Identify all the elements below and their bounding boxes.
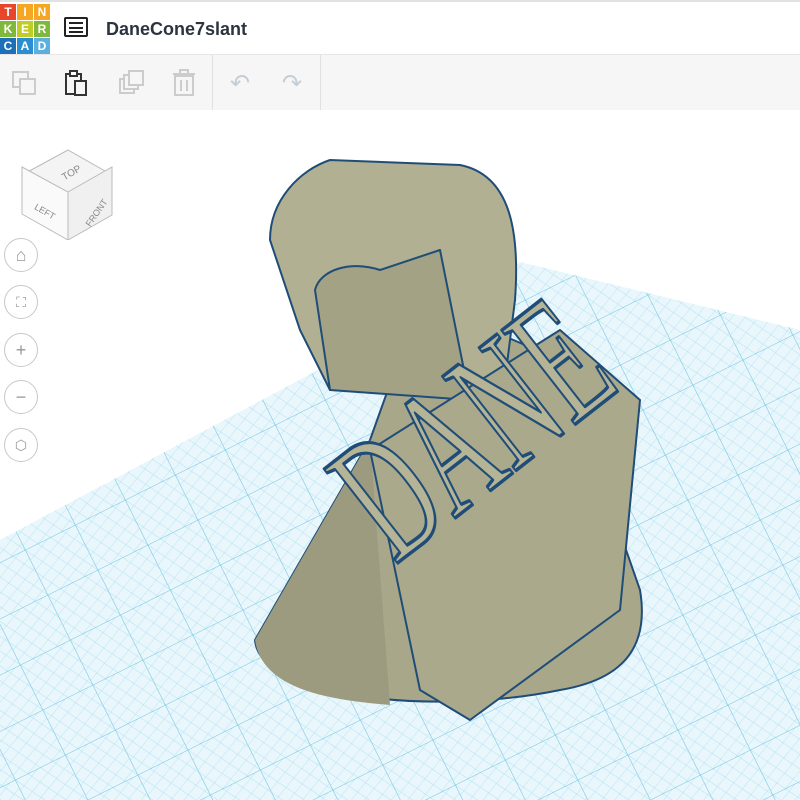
duplicate-icon [119,70,144,94]
copy-icon [12,71,36,95]
fit-view-button[interactable]: ⛶ [4,285,38,319]
tinkercad-logo[interactable]: TIN KER CAD [0,4,50,54]
logo-letter: C [0,38,16,54]
paste-icon [65,70,87,96]
perspective-icon: ⬡ [14,436,28,453]
logo-letter: T [0,4,16,20]
3d-viewport[interactable]: DANE TOP LEFT FRONT ⌂ ⛶ + − ⬡ [0,110,800,800]
logo-letter: E [17,21,33,37]
view-cube[interactable]: TOP LEFT FRONT [20,130,120,241]
delete-button[interactable] [168,67,200,99]
undo-icon: ↶ [229,69,251,97]
model[interactable]: DANE [254,159,649,721]
top-bar: TIN KER CAD DaneCone7slant [0,0,800,55]
logo-letter: R [34,21,50,37]
design-title[interactable]: DaneCone7slant [106,19,247,40]
paste-button[interactable] [60,67,92,99]
copy-button[interactable] [8,67,40,99]
toolbar-divider [212,55,213,110]
zoom-in-button[interactable]: + [4,333,38,367]
perspective-button[interactable]: ⬡ [4,428,38,462]
zoom-in-icon: + [15,339,27,360]
toolbar-divider [320,55,321,110]
logo-letter: D [34,38,50,54]
redo-icon: ↷ [281,69,303,97]
trash-icon [173,69,195,96]
zoom-out-button[interactable]: − [4,380,38,414]
redo-button[interactable]: ↷ [276,67,308,99]
list-icon[interactable] [64,17,88,37]
workplane-scene[interactable]: DANE [0,110,800,800]
duplicate-button[interactable] [116,67,148,99]
logo-letter: N [34,4,50,20]
logo-letter: I [17,4,33,20]
zoom-out-icon: − [15,386,27,407]
home-icon: ⌂ [15,244,27,265]
logo-letter: K [0,21,16,37]
undo-button[interactable]: ↶ [224,67,256,99]
logo-letter: A [17,38,33,54]
home-view-button[interactable]: ⌂ [4,238,38,272]
toolbar: ↶ ↷ [0,55,800,111]
fit-icon: ⛶ [16,293,26,310]
